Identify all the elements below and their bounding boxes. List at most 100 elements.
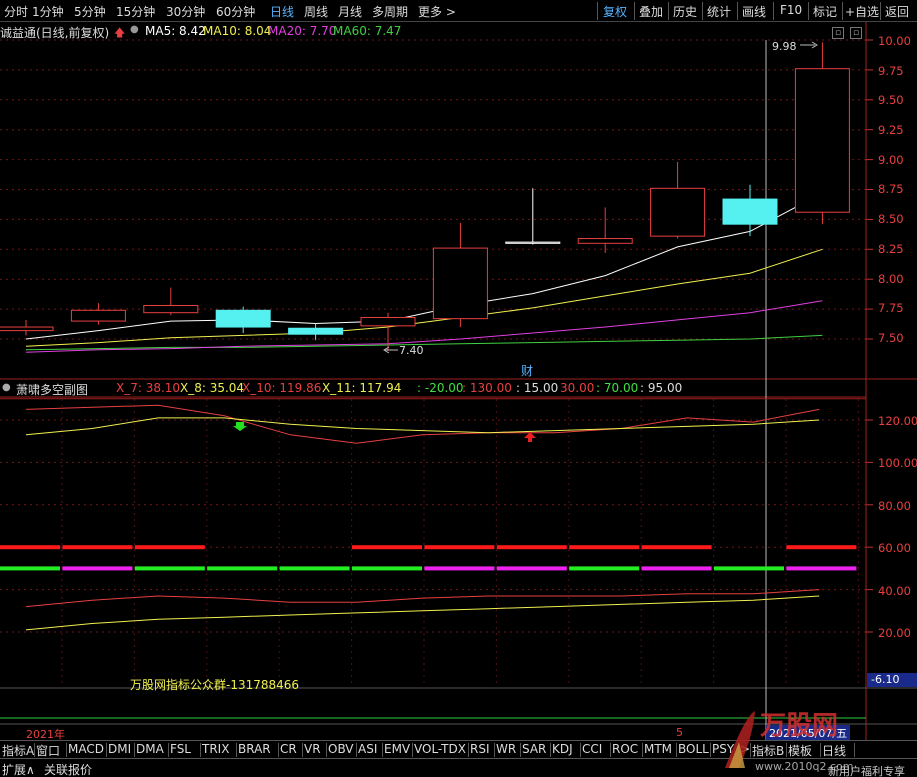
tab-separator [34, 743, 35, 757]
y-tick-label: 8.50 [878, 212, 904, 226]
signal-bar [424, 545, 495, 550]
tab-separator [356, 743, 357, 757]
candle-body [794, 68, 850, 213]
watermark-logo: 万股网 www.2010q2.com [715, 706, 915, 776]
circle-menu-icon[interactable]: ● [2, 382, 11, 393]
notice-text: 万股网指标公众群-131788466 [130, 678, 300, 692]
signal-bar [641, 566, 712, 571]
tab-separator [550, 743, 551, 757]
tab-dmi[interactable]: DMI [108, 742, 131, 756]
tab-kdj[interactable]: KDJ [552, 742, 573, 756]
v5-value: : 70.00 [596, 381, 639, 395]
signal-bar [496, 566, 567, 571]
tab-brar[interactable]: BRAR [238, 742, 271, 756]
candle-body [650, 187, 706, 237]
sub-y-tick-label: 40.00 [878, 584, 911, 598]
tab-dma[interactable]: DMA [136, 742, 164, 756]
signal-bar [62, 566, 133, 571]
y-tick-label: 10.00 [878, 34, 911, 48]
v1-value: : -20.00 [417, 381, 464, 395]
tab-cci[interactable]: CCI [582, 742, 602, 756]
tab-separator [200, 743, 201, 757]
down-arrow-icon [233, 422, 247, 431]
y-tick-label: 8.25 [878, 242, 904, 256]
sub-y-tick-label: 100.00 [878, 456, 917, 470]
tab-separator [134, 743, 135, 757]
related-quote-button[interactable]: 关联报价 [44, 761, 92, 777]
candle-body [215, 309, 271, 328]
tab-boll[interactable]: BOLL [678, 742, 709, 756]
tab-separator [412, 743, 413, 757]
tab-obv[interactable]: OBV [328, 742, 354, 756]
sub-y-tick-label: 80.00 [878, 499, 911, 513]
tab-separator [302, 743, 303, 757]
signal-bar [352, 566, 422, 571]
tab-vr[interactable]: VR [304, 742, 321, 756]
tab-emv[interactable]: EMV [384, 742, 410, 756]
low-price-mark: 7.40 [399, 344, 424, 357]
tab-separator [494, 743, 495, 757]
tab-separator [610, 743, 611, 757]
tab-mtm[interactable]: MTM [644, 742, 672, 756]
expand-button[interactable]: 扩展∧ [2, 761, 35, 777]
signal-bar [62, 545, 133, 550]
tab-separator [642, 743, 643, 757]
sub-y-tick-label: 60.00 [878, 541, 911, 555]
watermark-url: www.2010q2.com [755, 760, 853, 773]
candle-body [722, 198, 778, 225]
signal-bar [0, 566, 60, 571]
tab-roc[interactable]: ROC [612, 742, 638, 756]
signal-bar [569, 545, 640, 550]
tab-separator [468, 743, 469, 757]
x8-value: X_8: 35.04 [180, 381, 245, 395]
tab-rsi[interactable]: RSI [470, 742, 490, 756]
tab-separator [106, 743, 107, 757]
tab-fsl[interactable]: FSL [170, 742, 191, 756]
signal-bar [786, 545, 857, 550]
signal-bar [207, 566, 278, 571]
sub-series-line [25, 417, 820, 436]
tab--a[interactable]: 指标A [2, 742, 34, 759]
chart-canvas [0, 22, 917, 740]
tab-separator [580, 743, 581, 757]
candle-body [288, 327, 344, 335]
high-price-mark: 9.98 [772, 40, 797, 53]
sub-indicator-title[interactable]: 萧啸多空副图 [16, 381, 88, 398]
signal-bar [279, 566, 350, 571]
signal-bar [134, 545, 205, 550]
tab-asi[interactable]: ASI [358, 742, 377, 756]
candle-body [505, 241, 561, 244]
finance-event-icon[interactable]: 财 [521, 362, 533, 379]
tab-separator [326, 743, 327, 757]
tab--[interactable]: 窗口 [36, 742, 60, 759]
tab-separator [676, 743, 677, 757]
v6-value: : 95.00 [640, 381, 683, 395]
signal-bar [641, 545, 712, 550]
signal-bar [0, 545, 60, 550]
tab-separator [168, 743, 169, 757]
signal-bar [786, 566, 857, 571]
tab-macd[interactable]: MACD [68, 742, 104, 756]
signal-bar [714, 566, 784, 571]
up-arrow-icon [524, 432, 536, 442]
v3-value: : 15.00 [516, 381, 559, 395]
tab-sar[interactable]: SAR [522, 742, 546, 756]
y-tick-label: 9.75 [878, 64, 904, 78]
candle-body [577, 238, 633, 244]
candle-body [432, 247, 488, 320]
tab-trix[interactable]: TRIX [202, 742, 229, 756]
tab-separator [520, 743, 521, 757]
tab-cr[interactable]: CR [280, 742, 297, 756]
watermark-brand: 万股网 [760, 711, 838, 741]
tab-vol-tdx[interactable]: VOL-TDX [414, 742, 466, 756]
signal-bar [134, 566, 205, 571]
y-tick-label: 9.25 [878, 123, 904, 137]
candle-body [143, 305, 199, 314]
y-tick-label: 8.75 [878, 182, 904, 196]
y-tick-label: 8.00 [878, 272, 904, 286]
sub-y-tick-label: 20.00 [878, 626, 911, 640]
candle-body [360, 316, 416, 327]
y-tick-label: 9.50 [878, 93, 904, 107]
ma60-line [25, 334, 823, 351]
tab-wr[interactable]: WR [496, 742, 516, 756]
